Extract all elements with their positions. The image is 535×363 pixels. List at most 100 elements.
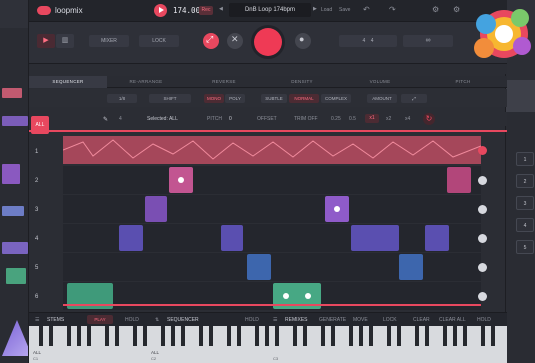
time-signature[interactable]: 4 4 bbox=[339, 35, 397, 47]
expand-button[interactable]: ⤢ bbox=[401, 94, 427, 103]
side-item[interactable]: 4 bbox=[516, 218, 534, 232]
black-key[interactable] bbox=[181, 326, 185, 346]
lock-button-bottom[interactable]: LOCK bbox=[383, 317, 397, 323]
wand-icon[interactable]: ✎ bbox=[103, 116, 108, 123]
black-key[interactable] bbox=[331, 326, 335, 346]
tab-sequencer[interactable]: SEQUENCER bbox=[29, 76, 107, 88]
gear-icon[interactable]: ⚙ bbox=[432, 5, 439, 14]
clear-all-button[interactable]: CLEAR ALL bbox=[439, 317, 466, 323]
loop-name[interactable]: DnB Loop 174bpm bbox=[229, 3, 311, 17]
tab-volume[interactable]: VOLUME bbox=[341, 76, 419, 88]
next-icon[interactable]: ▶ bbox=[313, 6, 317, 12]
rate-option[interactable]: x4 bbox=[405, 116, 410, 122]
shift-control[interactable]: SHIFT bbox=[149, 94, 191, 103]
lane-2-toggle[interactable] bbox=[478, 176, 487, 185]
generate-button[interactable]: GENERATE bbox=[319, 317, 346, 323]
side-item[interactable]: 2 bbox=[516, 174, 534, 188]
black-key[interactable] bbox=[453, 326, 457, 346]
tab-pitch[interactable]: PITCH bbox=[419, 76, 507, 88]
black-key[interactable] bbox=[481, 326, 485, 346]
play-button[interactable] bbox=[154, 4, 167, 17]
black-key[interactable] bbox=[115, 326, 119, 346]
mixer-button[interactable]: MIXER bbox=[89, 35, 129, 47]
move-button[interactable]: MOVE bbox=[353, 317, 368, 323]
redo-icon[interactable]: ↷ bbox=[389, 5, 396, 14]
rate-option-active[interactable]: x1 bbox=[365, 114, 379, 123]
normal-button[interactable]: NORMAL bbox=[289, 94, 319, 103]
step-value[interactable]: 4 bbox=[119, 116, 122, 122]
black-key[interactable] bbox=[491, 326, 495, 346]
black-key[interactable] bbox=[255, 326, 259, 346]
lane-5[interactable] bbox=[63, 253, 481, 281]
piano-keyboard[interactable]: ALL ALL C1 C2 C3 bbox=[29, 326, 507, 363]
complex-button[interactable]: COMPLEX bbox=[321, 94, 351, 103]
clip[interactable] bbox=[425, 225, 449, 251]
clear-button[interactable]: CLEAR bbox=[413, 317, 430, 323]
black-key[interactable] bbox=[425, 326, 429, 346]
trim-toggle[interactable]: TRIM OFF bbox=[294, 116, 318, 122]
lane-1-toggle[interactable] bbox=[478, 146, 487, 155]
black-key[interactable] bbox=[303, 326, 307, 346]
lane-4[interactable] bbox=[63, 224, 481, 252]
black-key[interactable] bbox=[369, 326, 373, 346]
black-key[interactable] bbox=[293, 326, 297, 346]
clip-active[interactable] bbox=[325, 196, 349, 222]
keys-tool-button[interactable]: ▥ bbox=[56, 34, 74, 48]
lane-3[interactable] bbox=[63, 195, 481, 223]
black-key[interactable] bbox=[463, 326, 467, 346]
rate-option[interactable]: 0.25 bbox=[331, 116, 341, 122]
rate-option[interactable]: x2 bbox=[386, 116, 391, 122]
clip[interactable] bbox=[351, 225, 399, 251]
bpm-display[interactable]: 174.00 bbox=[173, 6, 200, 15]
record-button[interactable] bbox=[254, 28, 282, 56]
lane-5-toggle[interactable] bbox=[478, 263, 487, 272]
close-button[interactable]: ✕ bbox=[227, 33, 243, 49]
black-key[interactable] bbox=[199, 326, 203, 346]
side-item[interactable]: 3 bbox=[516, 196, 534, 210]
prev-icon[interactable]: ◀ bbox=[219, 6, 223, 12]
black-key[interactable] bbox=[237, 326, 241, 346]
black-key[interactable] bbox=[161, 326, 165, 346]
mono-button[interactable]: MONO bbox=[204, 94, 224, 103]
tab-re-arrange[interactable]: RE-ARRANGE bbox=[107, 76, 185, 88]
hold-button[interactable]: HOLD bbox=[125, 317, 139, 323]
lane-6-toggle[interactable] bbox=[478, 292, 487, 301]
save-button[interactable]: Save bbox=[339, 7, 350, 13]
undo-icon[interactable]: ↶ bbox=[363, 5, 370, 14]
clip-active[interactable] bbox=[169, 167, 193, 193]
subtle-button[interactable]: SUBTLE bbox=[261, 94, 287, 103]
tab-reverse[interactable]: REVERSE bbox=[185, 76, 263, 88]
load-button[interactable]: Load bbox=[321, 7, 332, 13]
black-key[interactable] bbox=[171, 326, 175, 346]
shuffle-button[interactable]: ⤢ bbox=[203, 33, 219, 49]
black-key[interactable] bbox=[349, 326, 353, 346]
keyboard-all-mid[interactable]: ALL bbox=[151, 350, 159, 355]
clip[interactable] bbox=[145, 196, 167, 222]
record-chip[interactable]: Rec bbox=[199, 6, 213, 15]
lane-2[interactable] bbox=[63, 166, 481, 194]
black-key[interactable] bbox=[275, 326, 279, 346]
side-item[interactable]: 5 bbox=[516, 240, 534, 254]
black-key[interactable] bbox=[87, 326, 91, 346]
side-item[interactable]: 1 bbox=[516, 152, 534, 166]
black-key[interactable] bbox=[209, 326, 213, 346]
play-toggle[interactable]: PLAY bbox=[87, 315, 113, 324]
keyboard-all-left[interactable]: ALL bbox=[33, 350, 41, 355]
black-key[interactable] bbox=[397, 326, 401, 346]
black-key[interactable] bbox=[387, 326, 391, 346]
clip[interactable] bbox=[119, 225, 143, 251]
poly-button[interactable]: POLY bbox=[225, 94, 245, 103]
black-key[interactable] bbox=[359, 326, 363, 346]
hold-button-3[interactable]: HOLD bbox=[477, 317, 491, 323]
clip[interactable] bbox=[447, 167, 471, 193]
amount-control[interactable]: AMOUNT bbox=[367, 94, 397, 103]
black-key[interactable] bbox=[105, 326, 109, 346]
mic-button[interactable]: ● bbox=[295, 33, 311, 49]
black-key[interactable] bbox=[265, 326, 269, 346]
hold-button-2[interactable]: HOLD bbox=[245, 317, 259, 323]
black-key[interactable] bbox=[443, 326, 447, 346]
clip[interactable] bbox=[221, 225, 243, 251]
arrow-tool-button[interactable]: ▶ bbox=[37, 34, 55, 48]
black-key[interactable] bbox=[39, 326, 43, 346]
rate-option[interactable]: 0.5 bbox=[349, 116, 356, 122]
